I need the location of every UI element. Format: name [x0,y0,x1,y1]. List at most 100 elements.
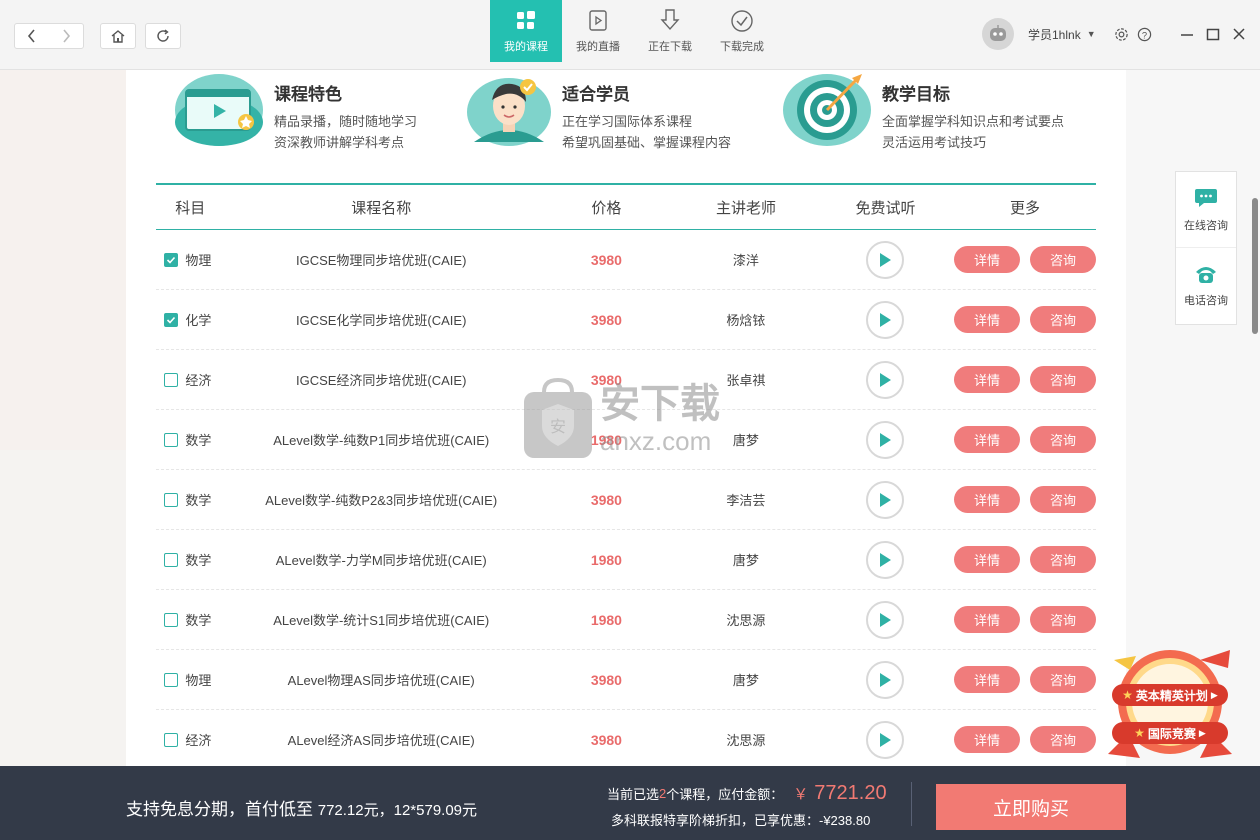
course-checkbox[interactable] [163,372,178,387]
header-free-trial: 免费试听 [855,199,916,217]
play-trial-button[interactable] [866,360,905,399]
user-menu[interactable]: 学员1hlnk ▼ [982,18,1096,50]
consult-button[interactable]: 咨询 [1030,726,1096,753]
play-trial-button[interactable] [866,480,905,519]
star-icon: ★ [1134,726,1145,740]
course-subject: 物理 [185,253,212,268]
course-checkbox[interactable] [163,732,178,747]
play-trial-button[interactable] [866,600,905,639]
back-button[interactable] [15,24,49,48]
course-checkbox[interactable] [163,432,178,447]
course-price: 1980 [590,611,622,628]
course-subject: 经济 [185,373,212,388]
help-icon: ? [1137,27,1152,42]
chat-bubble-icon [1195,188,1217,207]
detail-button[interactable]: 详情 [954,546,1020,573]
buy-now-button[interactable]: 立即购买 [936,784,1126,830]
course-checkbox[interactable] [163,492,178,507]
feature-line: 资深教师讲解学科考点 [274,135,405,150]
play-trial-button[interactable] [866,300,905,339]
shield-bag-icon: 安 [524,378,592,458]
main-tabs: 我的课程 我的直播 正在下载 下载完成 [490,0,778,62]
tab-my-live[interactable]: 我的直播 [562,0,634,62]
feature-title: 适合学员 [562,85,630,104]
play-icon [880,372,892,387]
detail-button[interactable]: 详情 [954,606,1020,633]
forward-button[interactable] [49,24,83,48]
consult-button[interactable]: 咨询 [1030,426,1096,453]
help-button[interactable]: ? [1137,27,1152,45]
table-row: 数学 ALevel数学-力学M同步培优班(CAIE) 1980 唐梦 详情 咨询 [156,530,1096,590]
home-button[interactable] [100,23,136,49]
feature-students: 适合学员 正在学习国际体系课程 希望巩固基础、掌握课程内容 [466,70,731,153]
minimize-button[interactable] [1180,27,1194,44]
maximize-icon [1206,28,1220,41]
course-checkbox[interactable] [163,612,178,627]
trial-cell [817,360,954,399]
table-header: 科目 课程名称 价格 主讲老师 免费试听 更多 [156,183,1096,230]
row-checkbox-cell [156,672,185,687]
consult-button[interactable]: 咨询 [1030,606,1096,633]
course-checkbox[interactable] [163,552,178,567]
watermark: 安 安下载 anxz.com [522,378,720,460]
trial-cell [817,540,954,579]
feature-course: 课程特色 精品录播，随时随地学习 资深教师讲解学科考点 [174,70,417,153]
course-checkbox[interactable] [163,312,178,327]
check-icon [166,316,175,324]
course-name: ALevel经济AS同步培优班(CAIE) [287,733,475,748]
summary-prefix: 当前已选 [607,787,660,802]
detail-button[interactable]: 详情 [954,306,1020,333]
play-trial-button[interactable] [866,660,905,699]
feature-goals: 教学目标 全面掌握学科知识点和考试要点 灵活运用考试技巧 [782,70,1064,153]
maximize-button[interactable] [1206,27,1220,44]
promo-competition-button[interactable]: ★ 国际竞赛 ▶ [1112,722,1228,744]
caret-down-icon: ▼ [1086,29,1096,39]
course-checkbox[interactable] [163,252,178,267]
row-checkbox-cell [156,492,185,507]
detail-button[interactable]: 详情 [954,666,1020,693]
video-course-illustration [174,70,264,148]
consult-button[interactable]: 咨询 [1030,546,1096,573]
tab-label: 正在下载 [648,41,692,53]
more-cell: 详情 咨询 [954,366,1096,393]
table-row: 数学 ALevel数学-统计S1同步培优班(CAIE) 1980 沈思源 详情 … [156,590,1096,650]
more-cell: 详情 咨询 [954,306,1096,333]
purchase-bar: 支持免息分期，首付低至 772.12元，12*579.09元 当前已选 2 个课… [0,766,1260,840]
refresh-button[interactable] [145,23,181,49]
close-button[interactable] [1232,27,1246,44]
course-checkbox[interactable] [163,672,178,687]
detail-button[interactable]: 详情 [954,246,1020,273]
consult-button[interactable]: 咨询 [1030,306,1096,333]
play-trial-button[interactable] [866,540,905,579]
course-name: ALevel数学-统计S1同步培优班(CAIE) [273,613,490,628]
detail-button[interactable]: 详情 [954,486,1020,513]
phone-consult-button[interactable]: 电话咨询 [1176,248,1236,324]
course-price: 3980 [590,491,622,508]
consult-button[interactable]: 咨询 [1030,246,1096,273]
tab-label: 我的课程 [504,41,548,53]
promo-elite-button[interactable]: ★ 英本精英计划 ▶ [1112,684,1228,706]
chevron-right-icon: ▶ [1210,689,1218,700]
play-icon [880,732,892,747]
play-trial-button[interactable] [866,240,905,279]
online-consult-button[interactable]: 在线咨询 [1176,172,1236,248]
consult-button[interactable]: 咨询 [1030,486,1096,513]
feature-line: 正在学习国际体系课程 [562,114,693,129]
tab-my-courses[interactable]: 我的课程 [490,0,562,62]
play-icon [880,552,892,567]
detail-button[interactable]: 详情 [954,426,1020,453]
consult-button[interactable]: 咨询 [1030,366,1096,393]
settings-button[interactable] [1114,27,1129,45]
row-checkbox-cell [156,612,185,627]
tab-downloading[interactable]: 正在下载 [634,0,706,62]
detail-button[interactable]: 详情 [954,366,1020,393]
play-trial-button[interactable] [866,720,905,759]
tab-downloaded[interactable]: 下载完成 [706,0,778,62]
detail-button[interactable]: 详情 [954,726,1020,753]
divider [911,782,912,826]
currency-symbol: ￥ [793,786,809,803]
scrollbar-thumb[interactable] [1252,198,1258,334]
consult-button[interactable]: 咨询 [1030,666,1096,693]
play-trial-button[interactable] [866,420,905,459]
promo-badge[interactable]: ★ 英本精英计划 ▶ ★ 国际竞赛 ▶ [1100,646,1240,764]
